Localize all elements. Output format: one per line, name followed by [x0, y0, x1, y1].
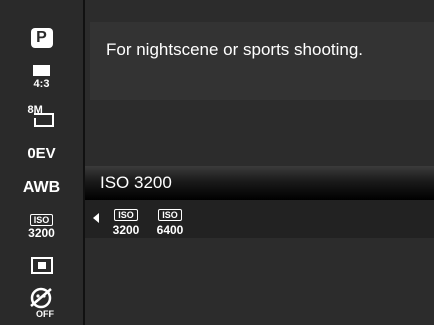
white-balance-label: AWB: [22, 179, 61, 196]
exposure-label: 0EV: [27, 144, 56, 162]
sidebar-item-iso[interactable]: ISO 3200: [0, 209, 83, 245]
empty-area: [85, 238, 434, 325]
metering-icon: [30, 256, 53, 274]
iso-icon: ISO 3200: [28, 214, 55, 240]
image-size-icon: 8M: [28, 104, 56, 128]
left-arrow-icon[interactable]: [93, 213, 99, 223]
sidebar-item-metering[interactable]: [0, 253, 83, 277]
selected-setting-bar[interactable]: ISO 3200: [85, 166, 434, 200]
aspect-ratio-icon: 4:3: [33, 64, 50, 90]
sidebar-item-white-balance[interactable]: AWB: [0, 175, 83, 201]
program-mode-icon: P: [30, 28, 53, 48]
help-box: For nightscene or sports shooting.: [90, 22, 434, 100]
svg-text:OFF: OFF: [36, 309, 54, 318]
settings-sidebar: P 4:3 8M 0EV AWB ISO 3200 OFF: [0, 0, 83, 325]
sidebar-item-aspect-ratio[interactable]: 4:3: [0, 60, 83, 94]
selected-setting-label: ISO 3200: [100, 173, 172, 192]
sidebar-item-program-mode[interactable]: P: [0, 24, 83, 52]
help-text: For nightscene or sports shooting.: [106, 40, 364, 59]
sidebar-item-face-detection[interactable]: OFF: [0, 284, 83, 320]
face-detection-off-icon: OFF: [29, 287, 54, 318]
sidebar-item-exposure[interactable]: 0EV: [0, 141, 83, 165]
iso-option-3200[interactable]: ISO 3200: [107, 205, 145, 237]
camera-menu-screen: P 4:3 8M 0EV AWB ISO 3200 OFF For nights…: [0, 0, 434, 325]
sidebar-item-image-size[interactable]: 8M: [0, 104, 83, 130]
menu-content: For nightscene or sports shooting. ISO 3…: [85, 0, 434, 325]
iso-options-row: ISO 3200 ISO 6400: [85, 200, 434, 238]
iso-option-6400[interactable]: ISO 6400: [151, 205, 189, 237]
